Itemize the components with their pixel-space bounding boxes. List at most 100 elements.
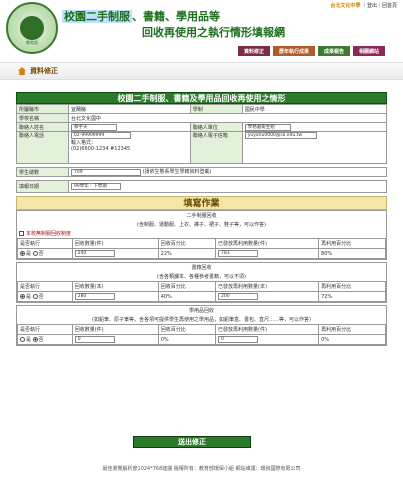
qty-cell: 280 [71, 291, 159, 302]
nav-tab-report[interactable]: 成果報告 [317, 46, 350, 56]
students-note: (請依生態系學生學籍資料登載) [142, 169, 212, 175]
period-label: 填報日期 [16, 180, 69, 193]
contact-name-input[interactable]: 蔡宇天 [71, 123, 117, 131]
yes-radio[interactable] [20, 294, 25, 299]
section-title: 填寫作業 [16, 196, 387, 210]
contact-email-input[interactable]: yuyanu0000@sa.edu.tw [244, 132, 317, 139]
students-label: 學生總數 [16, 167, 69, 177]
uniform-title: 二手制服回收 [186, 213, 217, 219]
col-header: 再利用百分比 [318, 238, 386, 249]
site-title-line2: 回收再使用之執行情形填報網 [142, 26, 285, 39]
col-header: 已發放再利用數量(件) [215, 238, 320, 249]
school-type-value: 國民中學 [241, 104, 388, 114]
top-links: 台北文化中學 ｜登出｜回首頁 [330, 3, 397, 9]
books-reuse-input[interactable]: 200 [218, 293, 259, 300]
table-row: 聯絡人電話 02-99999999 輸入格式： (02)6600-1234 #1… [16, 131, 388, 164]
col-header: 回收數量(本) [71, 281, 159, 292]
col-header: 回收數量(件) [71, 238, 159, 249]
table-row: 是否執行 回收數量(本) 回收百分比 已發放再利用數量(本) 再利用百分比 [17, 281, 386, 292]
phone-hint: (02)6600-1234 #12345 [71, 146, 131, 152]
seal-emblem-icon [20, 16, 44, 40]
contact-name-label: 聯絡人姓名 [16, 122, 69, 132]
county-label: 所屬縣市 [16, 104, 69, 114]
period-select[interactable]: 99學年 - 下學期 [71, 183, 121, 190]
county-value: 宜蘭縣 [68, 104, 191, 114]
breadcrumb: 資料修正 [18, 66, 58, 76]
col-header: 再利用百分比 [318, 324, 386, 335]
no-uniform-label: 本校無制服回收制度 [26, 231, 72, 237]
uniform-reuse-input[interactable]: 783 [218, 250, 259, 257]
supplies-title: 學用品回收 [188, 308, 214, 314]
contact-name-cell: 蔡宇天 [68, 122, 191, 132]
nav-tab-edit[interactable]: 資料修正 [237, 46, 270, 56]
students-input[interactable]: 709 [71, 169, 141, 176]
ministry-seal-logo: 教育部 [6, 2, 58, 54]
books-qty-input[interactable]: 280 [74, 293, 115, 300]
col-header: 回收百分比 [157, 281, 217, 292]
contact-unit-input[interactable]: 學務處衛生組 [244, 123, 291, 131]
table-row: 學生總數 709 (請依生態系學生學籍資料登載) [16, 167, 387, 177]
breadcrumb-bar: 資料修正 [0, 62, 403, 80]
supplies-qty-input[interactable]: 0 [74, 336, 115, 343]
no-label: 否 [38, 251, 44, 257]
reuse-cell: 200 [215, 291, 320, 302]
supplies-section: 學用品回收 (如鉛筆、原子筆等，含各項可提供學生再使用之學用品，如鉛筆盒、書包、… [16, 305, 387, 346]
col-header: 再利用百分比 [318, 281, 386, 292]
no-radio[interactable] [32, 251, 38, 256]
submit-button[interactable]: 送出修正 [133, 436, 251, 448]
logout-link[interactable]: 登出 [367, 3, 377, 9]
school-name-value: 台北文化國中 [68, 113, 387, 123]
col-header: 是否執行 [17, 281, 73, 292]
supplies-pct: 0% [157, 334, 217, 345]
books-pct: 40% [157, 291, 217, 302]
reuse-cell: 0 [215, 334, 320, 345]
table-row: 是 否 240 22% 783 80% [17, 248, 386, 259]
contact-unit-label: 聯絡人單位 [189, 122, 243, 132]
no-uniform-row: 本校無制服回收制度 [17, 229, 386, 238]
title-line1-rest: 、書籍、學用品等 [132, 10, 220, 23]
main-form: 校園二手制服、書籍及學用品回收再使用之情形 所屬縣市 宜蘭縣 學制 國民中學 學… [16, 92, 388, 448]
period-cell: 99學年 - 下學期 [68, 180, 387, 193]
uniform-subtitle: (含制服、運動服、上衣、褲子、裙子、鞋子等，可以作答) [137, 222, 266, 228]
books-title: 書籍回收 [191, 265, 212, 271]
books-subtitle: (含各類課本、各種參考書籍，可以不須) [157, 274, 246, 280]
nav-tab-links[interactable]: 相關網站 [352, 46, 385, 56]
no-radio[interactable] [32, 294, 38, 299]
school-link[interactable]: 台北文化中學 [330, 3, 360, 9]
no-uniform-checkbox[interactable] [19, 231, 24, 236]
uniform-table: 是否執行 回收數量(件) 回收百分比 已發放再利用數量(件) 再利用百分比 是 … [17, 238, 386, 259]
col-header: 回收百分比 [157, 238, 217, 249]
table-row: 聯絡人姓名 蔡宇天 聯絡人單位 學務處衛生組 [16, 122, 388, 132]
uniform-pct: 22% [157, 248, 217, 259]
uniform-reuse-pct: 80% [318, 248, 386, 259]
col-header: 已發放再利用數量(件) [215, 324, 320, 335]
main-nav: 資料修正 歷年執行成果 成果報告 相關網站 [237, 46, 385, 56]
home-icon[interactable] [18, 67, 26, 75]
nav-tab-history[interactable]: 歷年執行成果 [272, 46, 315, 56]
yes-label: 是 [26, 294, 32, 300]
students-table: 學生總數 709 (請依生態系學生學籍資料登載) [16, 167, 387, 177]
yes-label: 是 [26, 337, 32, 343]
breadcrumb-current: 資料修正 [30, 67, 58, 75]
yes-radio[interactable] [20, 337, 25, 342]
col-header: 回收數量(件) [71, 324, 159, 335]
no-label: 否 [38, 337, 44, 343]
yes-radio[interactable] [20, 251, 25, 256]
col-header: 回收百分比 [157, 324, 217, 335]
uniform-section: 二手制服回收 (含制服、運動服、上衣、褲子、裙子、鞋子等，可以作答) 本校無制服… [16, 210, 387, 260]
uniform-qty-input[interactable]: 240 [74, 250, 115, 257]
supplies-subtitle: (如鉛筆、原子筆等，含各項可提供學生再使用之學用品，如鉛筆盒、書包、直尺……等，… [92, 317, 311, 323]
page-header: 教育部 校園二手制服 、書籍、學用品等 回收再使用之執行情形填報網 台北文化中學 … [0, 0, 403, 58]
contact-email-cell: yuyanu0000@sa.edu.tw [241, 131, 388, 164]
supplies-table: 是否執行 回收數量(件) 回收百分比 已發放再利用數量(件) 再利用百分比 是 … [17, 324, 386, 345]
table-row: 所屬縣市 宜蘭縣 學制 國民中學 [16, 104, 388, 114]
home-link[interactable]: 回首頁 [382, 3, 397, 9]
contact-phone-input[interactable]: 02-99999999 [71, 132, 131, 139]
table-row: 是否執行 回收數量(件) 回收百分比 已發放再利用數量(件) 再利用百分比 [17, 238, 386, 249]
supplies-reuse-input[interactable]: 0 [218, 336, 259, 343]
execute-radios: 是 否 [17, 248, 73, 259]
site-title: 校園二手制服 、書籍、學用品等 回收再使用之執行情形填報網 [62, 8, 297, 46]
no-radio[interactable] [32, 337, 38, 342]
execute-radios: 是 否 [17, 291, 73, 302]
books-reuse-pct: 72% [318, 291, 386, 302]
